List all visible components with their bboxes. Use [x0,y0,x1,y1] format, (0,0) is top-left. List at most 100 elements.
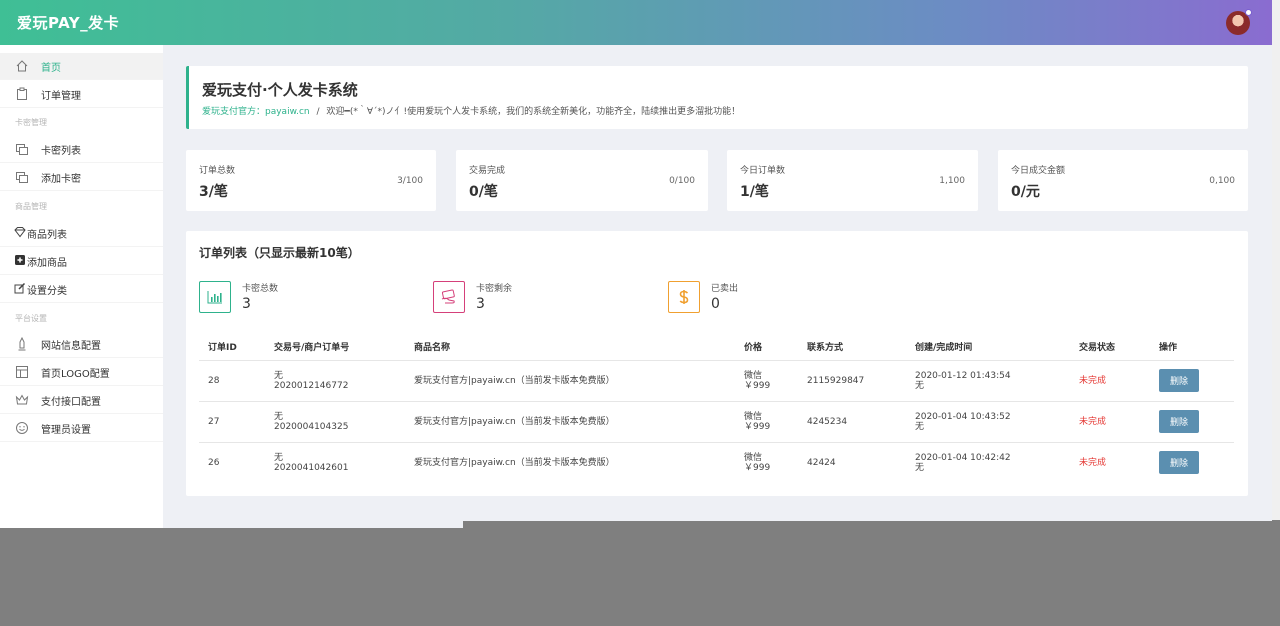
sidebar-item-label: 管理员设置 [41,424,91,436]
cell-finished: 无 [915,422,925,432]
column-header-time: 创建/完成时间 [915,343,973,353]
cell-id: 26 [208,458,220,468]
stat-card-today-amount: 今日成交金额 0/元 0,100 [998,150,1248,211]
stat-value: 3/笔 [199,184,228,200]
diamond-icon [14,226,26,240]
stat-ratio: 0,100 [1209,176,1235,186]
column-header-price: 价格 [744,343,763,353]
home-icon [15,59,29,73]
cell-price: ￥999 [744,381,771,391]
sidebar-item-orders[interactable]: 订单管理 [0,81,163,108]
smile-icon [15,421,29,435]
cell-created: 2020-01-12 01:43:54 [915,371,1011,381]
cell-contact: 42424 [807,458,836,468]
sidebar-item-label: 首页LOGO配置 [41,368,110,380]
section-label-cards: 卡密管理 [15,118,47,127]
dollar-icon [668,281,700,313]
delete-button[interactable]: 删除 [1159,451,1199,474]
stat-card-total-orders: 订单总数 3/笔 3/100 [186,150,436,211]
stat-label: 今日订单数 [740,166,786,176]
sidebar-item-add-product[interactable]: 添加商品 [0,248,163,275]
welcome-card: 爱玩支付·个人发卡系统 爱玩支付官方：payaiw.cn / 欢迎━(*｀∀´*… [186,66,1248,129]
stat-value: 0/元 [1011,184,1040,200]
summary-label: 卡密剩余 [476,284,513,294]
section-label-platform: 平台设置 [15,314,47,323]
cell-id: 28 [208,376,220,386]
sidebar-item-label: 添加卡密 [41,173,81,185]
orders-title: 订单列表（只显示最新10笔） [199,246,360,260]
scrollbar[interactable] [1272,0,1280,520]
tower-icon [15,336,29,351]
status-badge: 未完成 [1079,376,1107,386]
brand-title[interactable]: 爱玩PAY_发卡 [17,12,119,33]
sidebar-item-payment-config[interactable]: 支付接口配置 [0,387,163,414]
sidebar-item-label: 首页 [41,62,61,74]
column-header-action: 操作 [1159,343,1178,353]
clipboard-icon [15,87,29,101]
top-bar: 爱玩PAY_发卡 [0,0,1272,45]
sidebar-item-admin-settings[interactable]: 管理员设置 [0,415,163,442]
column-header-contact: 联系方式 [807,343,844,353]
sidebar-item-card-list[interactable]: 卡密列表 [0,136,163,163]
edit-icon [14,282,26,296]
sidebar-item-label: 添加商品 [27,257,67,269]
stat-value: 1/笔 [740,184,769,200]
cell-product: 爱玩支付官方|payaiw.cn（当前发卡版本免费版） [414,417,615,427]
summary-value: 0 [711,296,720,312]
stat-label: 今日成交金额 [1011,166,1066,176]
welcome-subtitle: 爱玩支付官方：payaiw.cn / 欢迎━(*｀∀´*)ノ亻!使用爱玩个人发卡… [202,104,740,117]
copy-icon [15,170,29,184]
cell-contact: 4245234 [807,417,848,427]
official-site-link[interactable]: 爱玩支付官方：payaiw.cn [202,107,310,117]
cell-merchant-no: 2020041042601 [274,463,349,473]
sidebar-item-label: 网站信息配置 [41,340,101,352]
layout-icon [15,365,29,379]
sidebar-item-add-card[interactable]: 添加卡密 [0,164,163,191]
status-badge: 未完成 [1079,417,1107,427]
summary-label: 卡密总数 [242,284,279,294]
stat-card-today-orders: 今日订单数 1/笔 1,100 [727,150,978,211]
hand-card-icon [433,281,465,313]
stat-value: 0/笔 [469,184,498,200]
sidebar-item-categories[interactable]: 设置分类 [0,276,163,303]
sidebar-item-label: 支付接口配置 [41,396,101,408]
sidebar: 首页 订单管理 卡密管理 卡密列表 添加卡密 商品管理 商品列表 添加商品 设置… [0,45,163,528]
avatar[interactable] [1226,9,1252,35]
cell-merchant-no: 2020012146772 [274,381,349,391]
cell-finished: 无 [915,463,925,473]
column-header-status: 交易状态 [1079,343,1116,353]
table-divider [199,360,1234,361]
summary-label: 已卖出 [711,284,739,294]
sidebar-item-logo-config[interactable]: 首页LOGO配置 [0,359,163,386]
separator: / [316,107,320,117]
stat-card-completed: 交易完成 0/笔 0/100 [456,150,708,211]
cell-id: 27 [208,417,220,427]
summary-value: 3 [242,296,251,312]
sidebar-item-label: 设置分类 [27,285,67,297]
cell-product: 爱玩支付官方|payaiw.cn（当前发卡版本免费版） [414,376,615,386]
cell-price: ￥999 [744,422,771,432]
delete-button[interactable]: 删除 [1159,369,1199,392]
section-label-products: 商品管理 [15,202,47,211]
stat-ratio: 3/100 [397,176,423,186]
page-title: 爱玩支付·个人发卡系统 [202,81,358,99]
bar-chart-icon [199,281,231,313]
cell-price: ￥999 [744,463,771,473]
sidebar-item-product-list[interactable]: 商品列表 [0,220,163,247]
sidebar-item-home[interactable]: 首页 [0,53,163,80]
plus-square-icon [14,254,26,268]
copy-icon [15,142,29,156]
table-divider [199,442,1234,443]
summary-value: 3 [476,296,485,312]
stat-label: 交易完成 [469,166,506,176]
stat-ratio: 0/100 [669,176,695,186]
sidebar-item-label: 卡密列表 [41,145,81,157]
sidebar-item-site-config[interactable]: 网站信息配置 [0,331,163,358]
cell-created: 2020-01-04 10:43:52 [915,412,1011,422]
delete-button[interactable]: 删除 [1159,410,1199,433]
notification-dot-icon [1245,9,1252,16]
cell-finished: 无 [915,381,925,391]
welcome-message: 欢迎━(*｀∀´*)ノ亻!使用爱玩个人发卡系统，我们的系统全新美化，功能齐全，陆… [326,107,741,117]
status-badge: 未完成 [1079,458,1107,468]
column-header-trade-no: 交易号/商户订单号 [274,343,350,353]
